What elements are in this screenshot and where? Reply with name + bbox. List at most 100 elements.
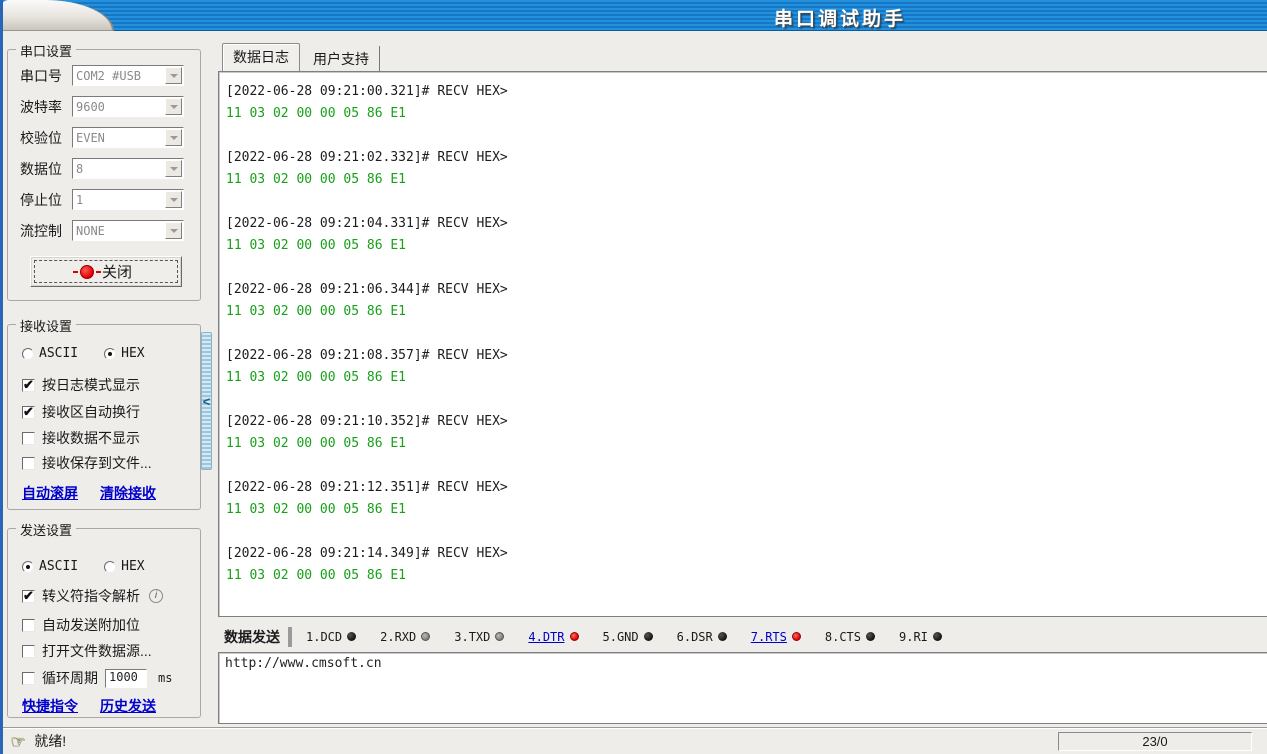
- cycle-period-input[interactable]: 1000: [105, 669, 147, 688]
- pin-status-icon: [933, 632, 942, 641]
- checkbox-checked-icon: [22, 590, 35, 603]
- log-timestamp: [2022-06-28 09:21:02.332]# RECV HEX>: [226, 147, 1267, 169]
- pin-rxd: 2.RXD: [380, 630, 430, 644]
- checkbox-icon: [22, 432, 35, 445]
- collapse-left-icon: <: [203, 395, 211, 408]
- parity-label: 校验位: [20, 128, 72, 148]
- log-entry: [2022-06-28 09:21:02.332]# RECV HEX> 11 …: [226, 147, 1267, 191]
- open-file-source-checkbox[interactable]: 打开文件数据源...: [22, 641, 152, 661]
- send-data-input[interactable]: http://www.cmsoft.cn: [218, 652, 1267, 724]
- info-icon[interactable]: [149, 589, 163, 603]
- send-ascii-radio[interactable]: ASCII: [22, 559, 78, 574]
- focus-rect: [34, 260, 178, 283]
- title-bar[interactable]: 串口调试助手: [0, 0, 1267, 31]
- group-receive-settings-title: 接收设置: [16, 316, 76, 335]
- panel-splitter[interactable]: <: [201, 332, 212, 470]
- cycle-period-checkbox[interactable]: 循环周期 1000 ms: [22, 668, 172, 688]
- auto-wrap-checkbox[interactable]: 接收区自动换行: [22, 402, 140, 422]
- pin-indicators: 1.DCD 2.RXD 3.TXD 4.DTR 5.GND 6.DSR 7.RT…: [306, 630, 942, 644]
- pin-ri: 9.RI: [899, 630, 942, 644]
- baudrate-select[interactable]: 9600: [72, 96, 184, 117]
- save-to-file-checkbox[interactable]: 接收保存到文件...: [22, 453, 152, 473]
- main-tabstrip: 数据日志 用户支持: [222, 46, 380, 71]
- group-serial-settings-title: 串口设置: [16, 41, 76, 60]
- pin-dsr: 6.DSR: [677, 630, 727, 644]
- checkbox-icon: [22, 457, 35, 470]
- port-select[interactable]: COM2 #USB: [72, 65, 184, 86]
- chevron-down-icon[interactable]: [165, 67, 182, 84]
- pin-status-icon: [644, 632, 653, 641]
- separator-gripper: [288, 627, 292, 647]
- checkbox-checked-icon: [22, 406, 35, 419]
- auto-scroll-link[interactable]: 自动滚屏: [22, 483, 78, 503]
- log-hex-data: 11 03 02 00 00 05 86 E1: [226, 235, 1267, 257]
- pin-cts: 8.CTS: [825, 630, 875, 644]
- pin-txd: 3.TXD: [454, 630, 504, 644]
- log-entry: [2022-06-28 09:21:08.357]# RECV HEX> 11 …: [226, 345, 1267, 389]
- databits-select[interactable]: 8: [72, 158, 184, 179]
- log-timestamp: [2022-06-28 09:21:06.344]# RECV HEX>: [226, 279, 1267, 301]
- stopbits-select[interactable]: 1: [72, 189, 184, 210]
- pin-status-icon: [495, 632, 504, 641]
- databits-label: 数据位: [20, 159, 72, 179]
- window-title: 串口调试助手: [774, 4, 906, 31]
- port-label: 串口号: [20, 66, 72, 86]
- group-send-settings: 发送设置 ASCII HEX 转义符指令解析 自动发送附加位 打开文件数据源..…: [7, 528, 201, 718]
- tab-data-log[interactable]: 数据日志: [222, 43, 300, 71]
- baudrate-label: 波特率: [20, 97, 72, 117]
- group-send-settings-title: 发送设置: [16, 520, 76, 539]
- pin-status-icon: [718, 632, 727, 641]
- checkbox-icon: [22, 645, 35, 658]
- flowctrl-select[interactable]: NONE: [72, 220, 184, 241]
- recv-hex-radio[interactable]: HEX: [104, 346, 144, 361]
- log-timestamp: [2022-06-28 09:21:04.331]# RECV HEX>: [226, 213, 1267, 235]
- tab-user-support[interactable]: 用户支持: [303, 46, 380, 71]
- log-entry: [2022-06-28 09:21:06.344]# RECV HEX> 11 …: [226, 279, 1267, 323]
- log-timestamp: [2022-06-28 09:21:12.351]# RECV HEX>: [226, 477, 1267, 499]
- pin-gnd: 5.GND: [603, 630, 653, 644]
- parity-select[interactable]: EVEN: [72, 127, 184, 148]
- status-bar: ☞ 就绪! 23/0: [0, 727, 1267, 754]
- log-timestamp: [2022-06-28 09:21:08.357]# RECV HEX>: [226, 345, 1267, 367]
- radio-selected-icon: [22, 561, 34, 573]
- log-entry: [2022-06-28 09:21:14.349]# RECV HEX> 11 …: [226, 543, 1267, 587]
- log-entry: [2022-06-28 09:21:00.321]# RECV HEX> 11 …: [226, 81, 1267, 125]
- receive-log-area[interactable]: [2022-06-28 09:21:00.321]# RECV HEX> 11 …: [218, 71, 1267, 617]
- close-port-button[interactable]: 关闭: [30, 256, 182, 287]
- chevron-down-icon[interactable]: [165, 191, 182, 208]
- log-mode-checkbox[interactable]: 按日志模式显示: [22, 375, 140, 395]
- pin-status-icon: [570, 632, 579, 641]
- hide-recv-checkbox[interactable]: 接收数据不显示: [22, 428, 140, 448]
- chevron-down-icon[interactable]: [165, 160, 182, 177]
- log-entry: [2022-06-28 09:21:10.352]# RECV HEX> 11 …: [226, 411, 1267, 455]
- cycle-unit-label: ms: [158, 671, 172, 685]
- chevron-down-icon[interactable]: [165, 129, 182, 146]
- log-hex-data: 11 03 02 00 00 05 86 E1: [226, 169, 1267, 191]
- chevron-down-icon[interactable]: [165, 98, 182, 115]
- history-send-link[interactable]: 历史发送: [100, 696, 156, 716]
- pin-status-icon: [792, 632, 801, 641]
- log-hex-data: 11 03 02 00 00 05 86 E1: [226, 499, 1267, 521]
- chevron-down-icon[interactable]: [165, 222, 182, 239]
- group-serial-settings: 串口设置 串口号 COM2 #USB 波特率 9600 校验位 EVEN 数据位…: [7, 49, 201, 301]
- data-send-label: 数据发送: [218, 627, 288, 647]
- quick-commands-link[interactable]: 快捷指令: [22, 696, 78, 716]
- pin-dtr[interactable]: 4.DTR: [528, 630, 578, 644]
- log-timestamp: [2022-06-28 09:21:14.349]# RECV HEX>: [226, 543, 1267, 565]
- log-entry: [2022-06-28 09:21:04.331]# RECV HEX> 11 …: [226, 213, 1267, 257]
- clear-receive-link[interactable]: 清除接收: [100, 483, 156, 503]
- auto-append-checkbox[interactable]: 自动发送附加位: [22, 615, 140, 635]
- rx-tx-counter: 23/0: [1058, 732, 1252, 751]
- pin-status-icon: [421, 632, 430, 641]
- pin-rts[interactable]: 7.RTS: [751, 630, 801, 644]
- escape-parse-checkbox[interactable]: 转义符指令解析: [22, 586, 163, 606]
- pin-status-icon: [347, 632, 356, 641]
- log-timestamp: [2022-06-28 09:21:00.321]# RECV HEX>: [226, 81, 1267, 103]
- flowctrl-label: 流控制: [20, 221, 72, 241]
- log-hex-data: 11 03 02 00 00 05 86 E1: [226, 103, 1267, 125]
- red-led-icon: [80, 265, 94, 279]
- radio-icon: [104, 561, 116, 573]
- send-hex-radio[interactable]: HEX: [104, 559, 144, 574]
- recv-ascii-radio[interactable]: ASCII: [22, 346, 78, 361]
- window-left-border: [0, 0, 3, 754]
